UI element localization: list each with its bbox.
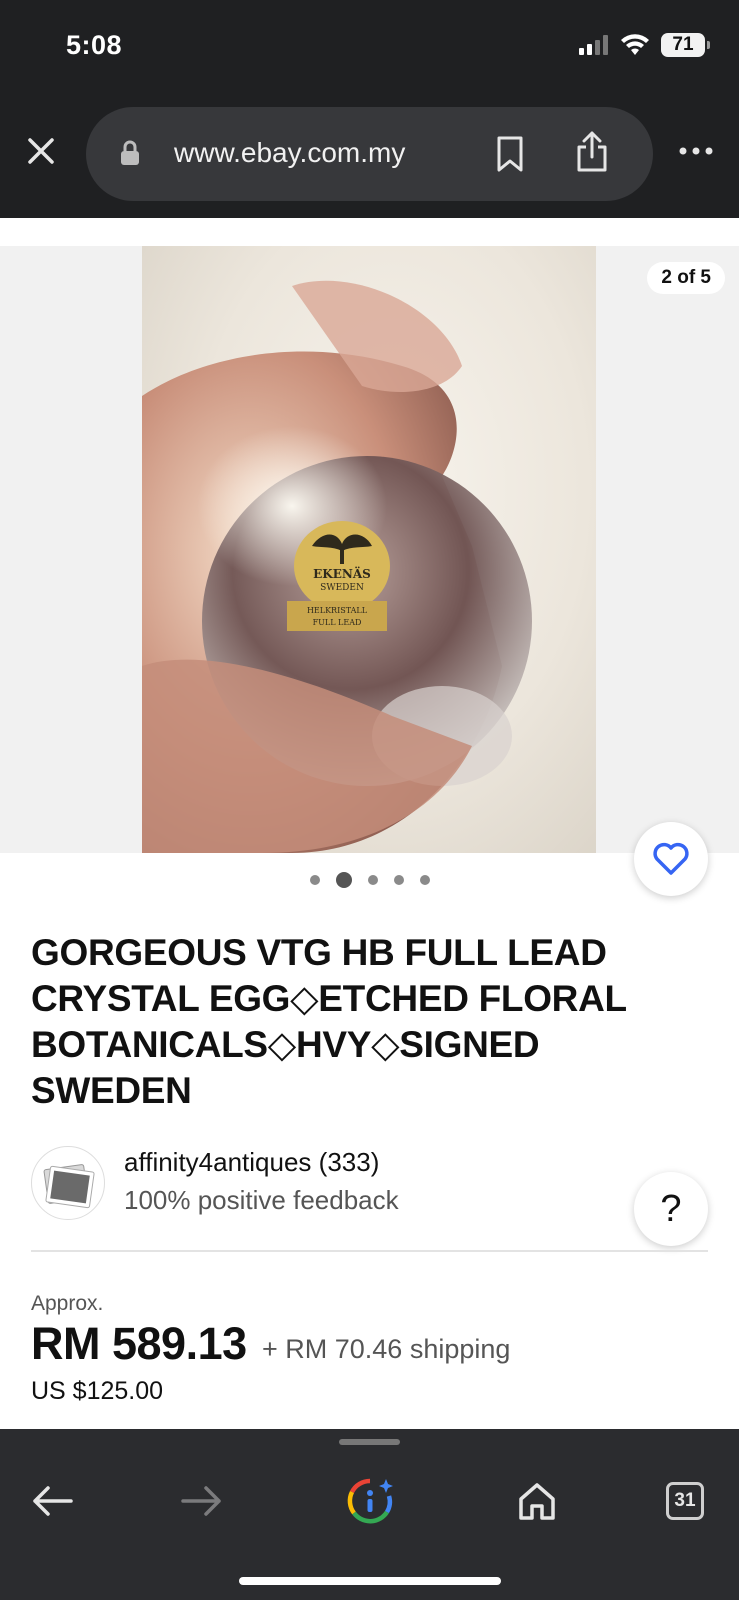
url-text: www.ebay.com.my [174,137,406,168]
label-country: SWEDEN [320,583,364,593]
toolbar-grabber[interactable] [339,1439,400,1445]
product-photo[interactable]: EKENÄS SWEDEN HELKRISTALL FULL LEAD [142,246,596,853]
image-counter: 2 of 5 [647,262,725,294]
label-line1: HELKRISTALL [307,606,368,615]
label-brand: EKENÄS [313,566,371,581]
home-button[interactable] [509,1473,565,1529]
forward-button[interactable] [174,1473,230,1529]
help-button[interactable]: ? [634,1172,708,1246]
home-indicator[interactable] [239,1577,501,1585]
tabs-count: 31 [666,1482,704,1520]
status-icons: 71 [579,33,710,57]
price-usd: US $125.00 [31,1377,164,1405]
browser-bottom-toolbar: 31 [0,1429,739,1600]
label-line2: FULL LEAD [313,618,362,627]
shipping-cost: + RM 70.46 shipping [262,1334,511,1364]
back-button[interactable] [24,1473,80,1529]
google-lens-button[interactable] [342,1473,398,1529]
home-icon [519,1483,555,1520]
seller-feedback: 100% positive feedback [124,1185,399,1215]
address-bar[interactable]: www.ebay.com.my [86,107,653,201]
pagination-dot[interactable] [335,872,352,888]
tabs-button[interactable]: 31 [657,1473,713,1529]
pagination-dot[interactable] [393,875,404,885]
seller-avatar[interactable] [31,1146,105,1220]
more-options-icon[interactable] [679,146,713,156]
price-main: RM 589.13 [31,1318,247,1369]
pagination-dot[interactable] [419,875,430,885]
battery-indicator: 71 [661,33,710,57]
image-gallery[interactable]: EKENÄS SWEDEN HELKRISTALL FULL LEAD [0,218,739,853]
pagination-dot[interactable] [309,875,320,885]
close-icon[interactable] [26,136,56,166]
listing-title: GORGEOUS VTG HB FULL LEAD CRYSTAL EGG◇ET… [31,932,627,1111]
approx-label: Approx. [31,1292,104,1315]
signal-icon [579,35,608,55]
status-time: 5:08 [66,30,123,60]
lock-icon [121,140,139,165]
back-arrow-icon [33,1486,73,1516]
heart-icon [653,842,689,875]
bookmark-icon[interactable] [496,135,524,173]
gallery-pagination [0,872,739,888]
seller-name[interactable]: affinity4antiques (333) [124,1147,379,1178]
seller-logo-icon [43,1164,95,1209]
pagination-dot[interactable] [367,875,378,885]
crystal-egg-illustration: EKENÄS SWEDEN HELKRISTALL FULL LEAD [142,280,532,853]
forward-arrow-icon [181,1486,221,1516]
google-assistant-icon [347,1478,393,1524]
section-divider [31,1250,708,1252]
wifi-icon [621,34,649,55]
browser-top-chrome: 5:08 71 www.ebay.com.my [0,0,739,218]
share-icon[interactable] [576,131,608,173]
